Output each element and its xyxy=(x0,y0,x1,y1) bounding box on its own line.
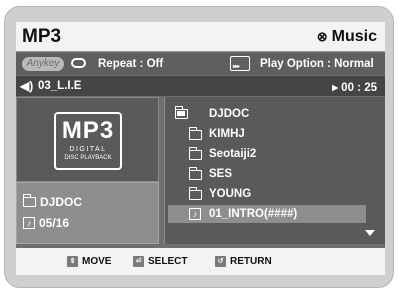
now-playing-bar: ◀) 03_L.I.E ▸ 00 : 25 xyxy=(16,76,385,96)
track-count-label: 05/16 xyxy=(39,216,70,230)
return-hint: ↺ RETURN xyxy=(215,256,272,267)
list-item[interactable]: YOUNG xyxy=(165,185,385,203)
folder-icon xyxy=(189,147,202,160)
list-item-selected[interactable]: ♪ 01_INTRO(####) xyxy=(168,205,366,223)
scroll-down-arrow-icon[interactable] xyxy=(365,230,375,236)
folder-info-panel: DJDOC ♪ 05/16 xyxy=(16,182,159,244)
move-key-icon: ⇕ xyxy=(67,256,78,267)
title-bar: MP3 ⊗ Music xyxy=(16,22,385,52)
track-counter: ♪ 05/16 xyxy=(23,216,69,230)
list-item-label: Seotaiji2 xyxy=(209,148,257,160)
select-label: SELECT xyxy=(148,256,188,267)
logo-panel: MP3 DIGITAL DISC PLAYBACK xyxy=(16,97,159,182)
mode-indicator: ⊗ Music xyxy=(317,28,377,46)
logo-main-text: MP3 xyxy=(61,117,115,144)
track-name: 03_L.I.E xyxy=(38,80,82,92)
list-item[interactable]: Seotaiji2 xyxy=(165,145,385,163)
folder-icon xyxy=(189,127,202,140)
page-title: MP3 xyxy=(22,26,62,47)
mp3-menu-screen: MP3 ⊗ Music Anykey Repeat : Off ▸▸▸ Play … xyxy=(16,22,385,275)
mp3-logo: MP3 DIGITAL DISC PLAYBACK xyxy=(54,112,122,170)
control-hints-bar: ⇕ MOVE ⏎ SELECT ↺ RETURN xyxy=(16,248,385,275)
return-label: RETURN xyxy=(230,256,272,267)
option-bar: Anykey Repeat : Off ▸▸▸ Play Option : No… xyxy=(16,53,385,75)
select-hint: ⏎ SELECT xyxy=(133,256,187,267)
elapsed-time: ▸ 00 : 25 xyxy=(332,82,377,94)
list-item-label: DJDOC xyxy=(209,108,250,120)
move-hint: ⇕ MOVE xyxy=(67,256,111,267)
list-item-label: YOUNG xyxy=(209,188,252,200)
anykey-button[interactable]: Anykey xyxy=(22,57,64,71)
music-note-icon: ♪ xyxy=(23,217,35,229)
list-item-label: SES xyxy=(209,168,233,180)
list-item[interactable]: KIMHJ xyxy=(165,125,385,143)
logo-sub-text: DIGITAL xyxy=(69,146,107,153)
folder-icon xyxy=(189,187,202,200)
folder-icon xyxy=(23,194,36,207)
play-option-icon[interactable]: ▸▸▸ xyxy=(230,56,250,71)
repeat-status[interactable]: Repeat : Off xyxy=(98,58,163,70)
current-folder: DJDOC xyxy=(23,194,83,209)
current-folder-label: DJDOC xyxy=(40,195,83,209)
disc-icon: ⊗ xyxy=(316,29,328,44)
move-label: MOVE xyxy=(82,256,112,267)
return-key-icon: ↺ xyxy=(215,256,226,267)
list-item-label: KIMHJ xyxy=(209,128,245,140)
folder-icon xyxy=(189,167,202,180)
list-item[interactable]: SES xyxy=(165,165,385,183)
enter-key-icon: ⏎ xyxy=(133,256,144,267)
file-list: DJDOC KIMHJ Seotaiji2 SES YOUNG ♪ 01_INT… xyxy=(164,97,385,244)
speaker-icon: ◀) xyxy=(20,79,34,93)
play-option-icon-glyph: ▸▸▸ xyxy=(233,64,240,70)
list-item[interactable]: DJDOC xyxy=(165,105,385,123)
mode-label: Music xyxy=(331,28,377,45)
logo-sub-text-2: DISC PLAYBACK xyxy=(64,155,112,161)
play-option-status[interactable]: Play Option : Normal xyxy=(260,58,374,70)
list-item-label: 01_INTRO(####) xyxy=(209,208,298,220)
music-note-icon: ♪ xyxy=(189,208,201,220)
repeat-icon[interactable] xyxy=(71,58,86,68)
open-folder-icon xyxy=(175,106,188,119)
